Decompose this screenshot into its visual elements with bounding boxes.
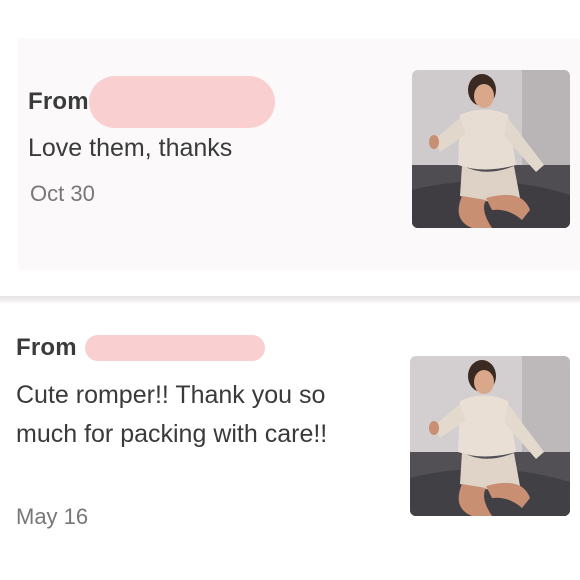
review-from-row: From bbox=[28, 76, 275, 128]
review-date: May 16 bbox=[16, 504, 89, 529]
review-card[interactable]: From Cute romper!! Thank you so much for… bbox=[0, 306, 580, 580]
section-divider bbox=[0, 296, 580, 304]
from-label: From bbox=[16, 334, 77, 361]
review-from-row: From bbox=[16, 334, 265, 362]
review-date: Oct 30 bbox=[30, 181, 95, 206]
redacted-username bbox=[84, 335, 265, 361]
sequin-dress-photo-icon bbox=[412, 70, 570, 228]
product-thumbnail[interactable] bbox=[412, 70, 570, 228]
reviews-screen: From Love them, thanks Oct 30 From Cute … bbox=[0, 0, 580, 580]
review-message: Love them, thanks bbox=[28, 134, 233, 162]
from-label: From bbox=[28, 88, 89, 115]
review-message: Cute romper!! Thank you so much for pack… bbox=[16, 381, 328, 448]
sequin-dress-photo-icon bbox=[410, 356, 570, 516]
product-thumbnail[interactable] bbox=[410, 356, 570, 516]
review-card[interactable]: From Love them, thanks Oct 30 bbox=[18, 38, 580, 270]
redacted-username bbox=[88, 76, 275, 128]
